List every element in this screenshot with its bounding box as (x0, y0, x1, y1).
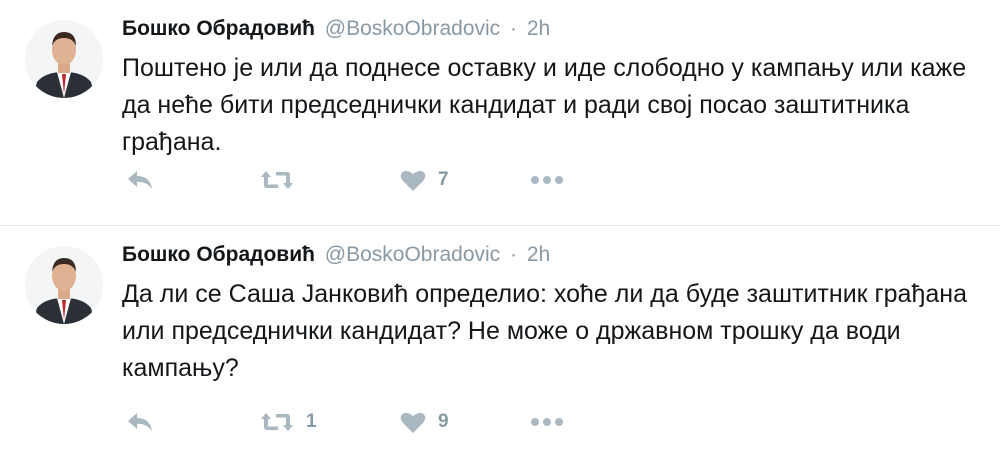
heart-icon (400, 412, 426, 433)
tweet-text: Поштено је или да поднесе оставку и иде … (122, 54, 967, 156)
like-button[interactable]: 7 (400, 165, 449, 195)
like-count: 7 (438, 169, 449, 190)
more-dots-icon (531, 176, 563, 184)
tweet-text: Да ли се Саша Јанковић определио: хоће л… (122, 280, 967, 382)
avatar-photo (25, 20, 103, 98)
like-button[interactable]: 9 (400, 407, 449, 437)
retweet-button[interactable] (260, 165, 306, 195)
tweet-timestamp[interactable]: 2h (527, 243, 550, 266)
more-button[interactable] (530, 407, 564, 437)
avatar[interactable] (25, 246, 103, 324)
separator-dot: · (510, 17, 518, 40)
avatar-photo (25, 246, 103, 324)
more-dots-icon (531, 418, 563, 426)
reply-icon (128, 413, 152, 431)
retweet-count: 1 (306, 411, 317, 432)
tweet-card[interactable]: Бошко Обрадовић @BoskoObradovic · 2h Пош… (0, 0, 1000, 226)
author-fullname[interactable]: Бошко Обрадовић (122, 243, 315, 266)
tweet-header: Бошко Обрадовић @BoskoObradovic · 2h (122, 240, 980, 270)
more-button[interactable] (530, 165, 564, 195)
reply-icon (128, 171, 152, 189)
tweet-actions: 7 (122, 165, 602, 195)
author-username[interactable]: @BoskoObradovic (325, 243, 500, 266)
reply-button[interactable] (126, 407, 154, 437)
reply-button[interactable] (126, 165, 154, 195)
tweet-header: Бошко Обрадовић @BoskoObradovic · 2h (122, 14, 980, 44)
avatar[interactable] (25, 20, 103, 98)
retweet-button[interactable]: 1 (260, 407, 317, 437)
heart-icon (400, 170, 426, 191)
separator-dot: · (510, 243, 518, 266)
tweet-timestamp[interactable]: 2h (527, 17, 550, 40)
author-fullname[interactable]: Бошко Обрадовић (122, 17, 315, 40)
like-count: 9 (438, 411, 449, 432)
tweet-actions: 1 9 (122, 407, 602, 437)
author-username[interactable]: @BoskoObradovic (325, 17, 500, 40)
retweet-icon (261, 413, 293, 431)
retweet-icon (261, 171, 293, 189)
